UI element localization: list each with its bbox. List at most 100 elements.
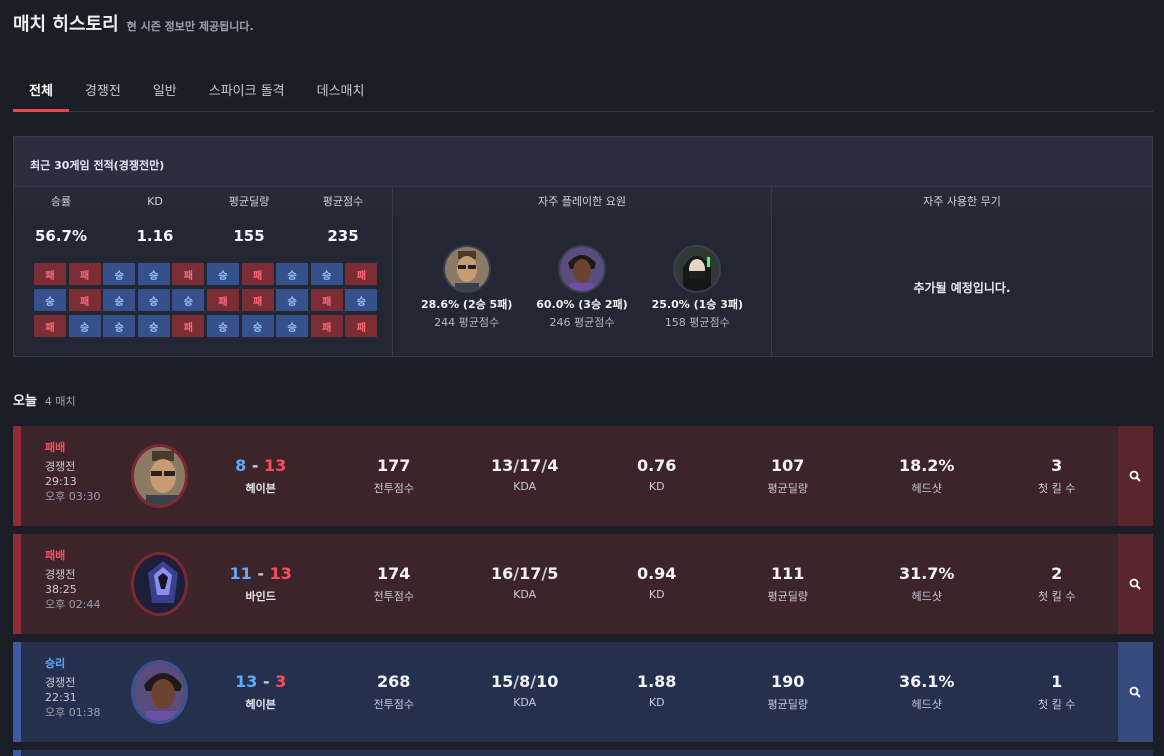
result-cell: 패 (34, 315, 66, 337)
avg-damage: 190 평균딜량 (718, 642, 858, 742)
agent-avg-score: 244 평균점수 (434, 316, 500, 329)
result-cell: 승 (103, 315, 136, 337)
tab-competitive[interactable]: 경쟁전 (69, 72, 137, 112)
result-cell: 승 (241, 315, 274, 337)
recent-results-grid: 패패승승패승패승승패승패승승승패패승패승패승승승패승승승패패 (34, 263, 378, 337)
search-icon (1129, 578, 1142, 590)
combat-score-value: 174 (377, 564, 411, 583)
today-label: 오늘 (13, 394, 37, 409)
agent-card[interactable]: 25.0% (1승 3패) 158 평균점수 (642, 245, 752, 330)
today-count: 4 매치 (44, 395, 76, 408)
combat-score-value: 177 (377, 456, 411, 475)
kda: 16/17/5 KDA (454, 534, 596, 634)
result-cell: 패 (68, 263, 101, 285)
kills: 15 (491, 672, 514, 691)
tab-spike-rush[interactable]: 스파이크 돌격 (193, 72, 301, 112)
result-cell: 패 (345, 315, 378, 337)
match-detail-button[interactable] (1117, 534, 1154, 634)
tab-deathmatch[interactable]: 데스매치 (301, 72, 381, 112)
avg-damage: 107 평균딜량 (718, 426, 858, 526)
result-cell: 승 (172, 289, 205, 311)
avg-damage-value: 155 (233, 227, 265, 245)
combat-score-label: 전투점수 (373, 590, 414, 603)
agent-avg-score: 246 평균점수 (549, 316, 615, 329)
match-detail-button[interactable] (1117, 642, 1154, 742)
match-map: 바인드 (245, 590, 276, 603)
agent-card[interactable]: 60.0% (3승 2패) 246 평균점수 (527, 245, 637, 330)
match-score: 13 - 3 헤이븐 (188, 642, 334, 742)
assists: 4 (547, 456, 559, 475)
headshot-label: 헤드샷 (911, 590, 942, 603)
match-result: 승리 (45, 657, 66, 670)
result-cell: 승 (310, 263, 343, 285)
team-score: 11 (229, 564, 252, 583)
stats-column: 승률 KD 평균딜량 평균점수 56.7% 1.16 155 235 패패승승패… (14, 187, 393, 356)
agent-avatar (130, 660, 188, 724)
agent-card[interactable]: 28.6% (2승 5패) 244 평균점수 (412, 245, 522, 330)
today-header: 오늘 4 매치 (13, 390, 76, 409)
headshot-label: 헤드샷 (911, 698, 942, 711)
combat-score: 268 전투점수 (334, 642, 454, 742)
agent-avatar (557, 245, 606, 293)
kd: 0.76 KD (596, 426, 718, 526)
match-result: 패배 (45, 441, 66, 454)
result-cell: 승 (206, 263, 239, 285)
kills: 16 (491, 564, 514, 583)
first-kills-label: 첫 킬 수 (1038, 590, 1076, 603)
match-row[interactable] (13, 750, 1153, 756)
kills: 13 (491, 456, 514, 475)
result-cell: 패 (68, 289, 101, 311)
result-cell: 패 (310, 315, 343, 337)
stats-header: 승률 KD 평균딜량 평균점수 (14, 187, 392, 215)
tab-unrated[interactable]: 일반 (137, 72, 193, 112)
team-score: 13 (235, 672, 258, 691)
match-row[interactable]: 패배 경쟁전 38:25 오후 02:44 11 - 13 바인드 174 전투… (13, 534, 1154, 634)
kda-label: KDA (513, 696, 537, 709)
page-title: 매치 히스토리 (13, 14, 119, 35)
agents-list: 28.6% (2승 5패) 244 평균점수 60.0% (3승 2패) 246… (393, 245, 771, 330)
combat-score: 177 전투점수 (334, 426, 454, 526)
match-time: 오후 03:30 (45, 490, 101, 503)
result-cell: 승 (137, 263, 170, 285)
kd-value: 0.76 (636, 456, 677, 475)
avg-damage-label: 평균딜량 (767, 590, 808, 603)
first-kills-value: 3 (1051, 456, 1063, 475)
kd-label: KD (147, 194, 163, 208)
winrate-label: 승률 (50, 195, 72, 208)
avg-damage-value: 111 (771, 564, 805, 583)
kd-label: KD (648, 696, 665, 709)
avg-damage-value: 190 (771, 672, 805, 691)
page-subtitle: 현 시즌 정보만 제공됩니다. (126, 20, 254, 33)
agent-avatar (130, 552, 188, 616)
result-cell: 패 (345, 263, 378, 285)
match-detail-button[interactable] (1117, 426, 1154, 526)
search-icon (1129, 470, 1142, 482)
recent-summary-panel: 최근 30게임 전적(경쟁전만) 승률 KD 평균딜량 평균점수 56.7% 1… (13, 136, 1153, 357)
result-cell: 승 (137, 315, 170, 337)
agent-avatar (130, 444, 188, 508)
avg-damage: 111 평균딜량 (718, 534, 858, 634)
kda-label: KDA (513, 588, 537, 601)
weapons-title: 자주 사용한 무기 (772, 187, 1152, 215)
result-cell: 승 (276, 289, 309, 311)
deaths: 8 (519, 672, 531, 691)
agents-title: 자주 플레이한 요원 (393, 187, 771, 215)
result-cell: 승 (276, 315, 309, 337)
result-cell: 패 (206, 289, 239, 311)
kda: 13/17/4 KDA (454, 426, 596, 526)
result-cell: 패 (241, 263, 274, 285)
agent-avatar (442, 245, 491, 293)
match-row[interactable]: 승리 경쟁전 22:31 오후 01:38 13 - 3 헤이븐 268 전투점… (13, 642, 1154, 742)
summary-title: 최근 30게임 전적(경쟁전만) (14, 137, 1152, 187)
kd-label: KD (648, 480, 665, 493)
match-info: 승리 경쟁전 22:31 오후 01:38 (21, 642, 117, 742)
weapons-placeholder: 추가될 예정입니다. (913, 281, 1011, 295)
result-cell: 승 (103, 263, 136, 285)
kd: 1.88 KD (596, 642, 718, 742)
result-cell: 패 (241, 289, 274, 311)
match-row[interactable]: 패배 경쟁전 29:13 오후 03:30 8 - 13 헤이븐 177 전투점… (13, 426, 1154, 526)
agent-avg-score: 158 평균점수 (664, 316, 730, 329)
result-cell: 승 (68, 315, 101, 337)
match-mode: 경쟁전 (45, 460, 76, 473)
tab-all[interactable]: 전체 (13, 72, 69, 112)
